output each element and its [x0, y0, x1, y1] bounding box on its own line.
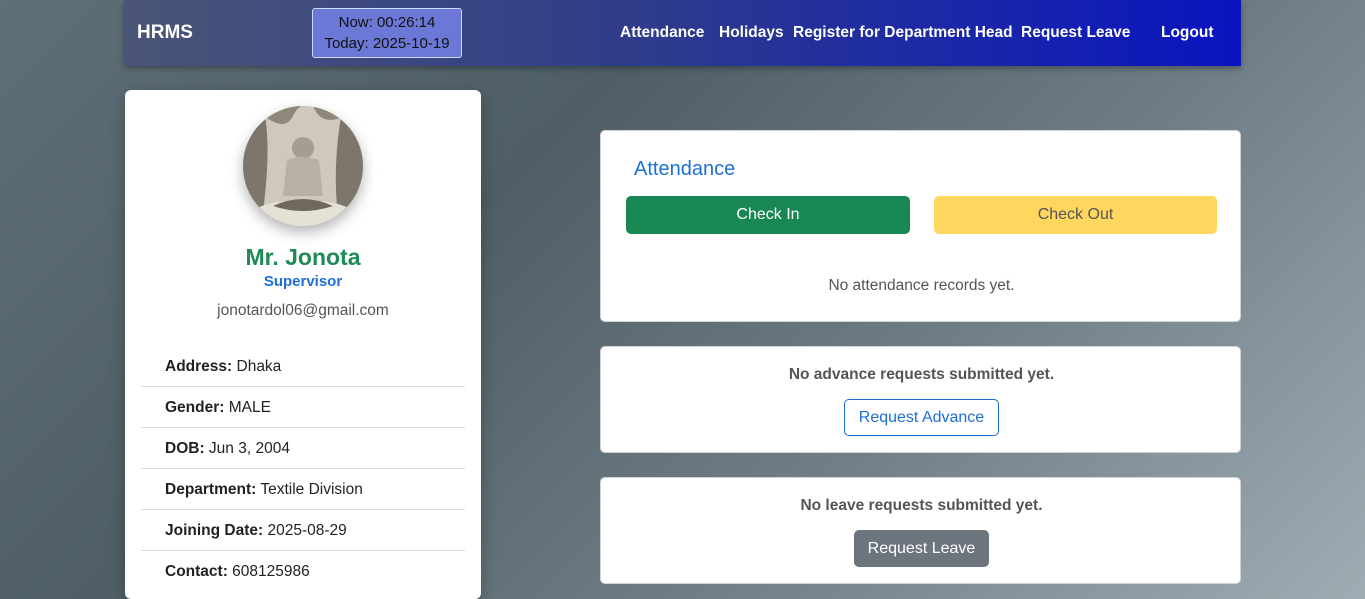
check-out-button[interactable]: Check Out — [934, 196, 1217, 234]
request-leave-button[interactable]: Request Leave — [854, 530, 989, 567]
leave-empty-message: No leave requests submitted yet. — [800, 497, 1043, 514]
detail-label: Joining Date: — [165, 522, 264, 539]
advance-empty-message: No advance requests submitted yet. — [788, 366, 1055, 383]
clock-widget: Now: 00:26:14 Today: 2025-10-19 — [312, 8, 462, 58]
advance-request-card: No advance requests submitted yet. Reque… — [600, 346, 1241, 453]
profile-card: Mr. Jonota Supervisor jonotardol06@gmail… — [125, 90, 481, 599]
detail-label: Contact: — [165, 563, 228, 580]
profile-name: Mr. Jonota — [245, 244, 361, 270]
detail-value: Dhaka — [236, 358, 282, 375]
detail-joining-date: Joining Date: 2025-08-29 — [141, 510, 465, 551]
profile-photo-icon — [243, 106, 363, 226]
profile-role: Supervisor — [263, 273, 343, 290]
attendance-card: Attendance Check In Check Out No attenda… — [600, 130, 1241, 322]
nav-link-holidays[interactable]: Holidays — [719, 24, 784, 42]
detail-value: Jun 3, 2004 — [208, 440, 290, 457]
detail-value: MALE — [228, 399, 271, 416]
detail-label: Department: — [165, 481, 257, 498]
nav-link-logout[interactable]: Logout — [1161, 24, 1214, 42]
clock-today: Today: 2025-10-19 — [324, 35, 450, 52]
check-in-button[interactable]: Check In — [626, 196, 910, 234]
avatar — [243, 106, 363, 226]
attendance-empty-message: No attendance records yet. — [828, 277, 1015, 294]
detail-address: Address: Dhaka — [141, 346, 465, 387]
detail-label: Gender: — [165, 399, 225, 416]
nav-link-request-leave[interactable]: Request Leave — [1021, 24, 1130, 42]
clock-now: Now: 00:26:14 — [338, 14, 436, 31]
profile-details-list: Address: Dhaka Gender: MALE DOB: Jun 3, … — [141, 346, 465, 592]
profile-email: jonotardol06@gmail.com — [217, 302, 389, 319]
nav-link-register-department-head[interactable]: Register for Department Head — [793, 24, 1013, 42]
top-navbar: HRMS Now: 00:26:14 Today: 2025-10-19 Att… — [124, 0, 1241, 66]
detail-value: Textile Division — [260, 481, 363, 498]
brand-logo[interactable]: HRMS — [137, 22, 193, 44]
detail-dob: DOB: Jun 3, 2004 — [141, 428, 465, 469]
detail-department: Department: Textile Division — [141, 469, 465, 510]
detail-contact: Contact: 608125986 — [141, 551, 465, 592]
leave-request-card: No leave requests submitted yet. Request… — [600, 477, 1241, 584]
attendance-title: Attendance — [634, 158, 736, 180]
nav-link-attendance[interactable]: Attendance — [620, 24, 704, 42]
request-advance-button[interactable]: Request Advance — [844, 399, 999, 436]
detail-value: 608125986 — [232, 563, 310, 580]
detail-value: 2025-08-29 — [267, 522, 347, 539]
detail-gender: Gender: MALE — [141, 387, 465, 428]
detail-label: DOB: — [165, 440, 205, 457]
detail-label: Address: — [165, 358, 233, 375]
